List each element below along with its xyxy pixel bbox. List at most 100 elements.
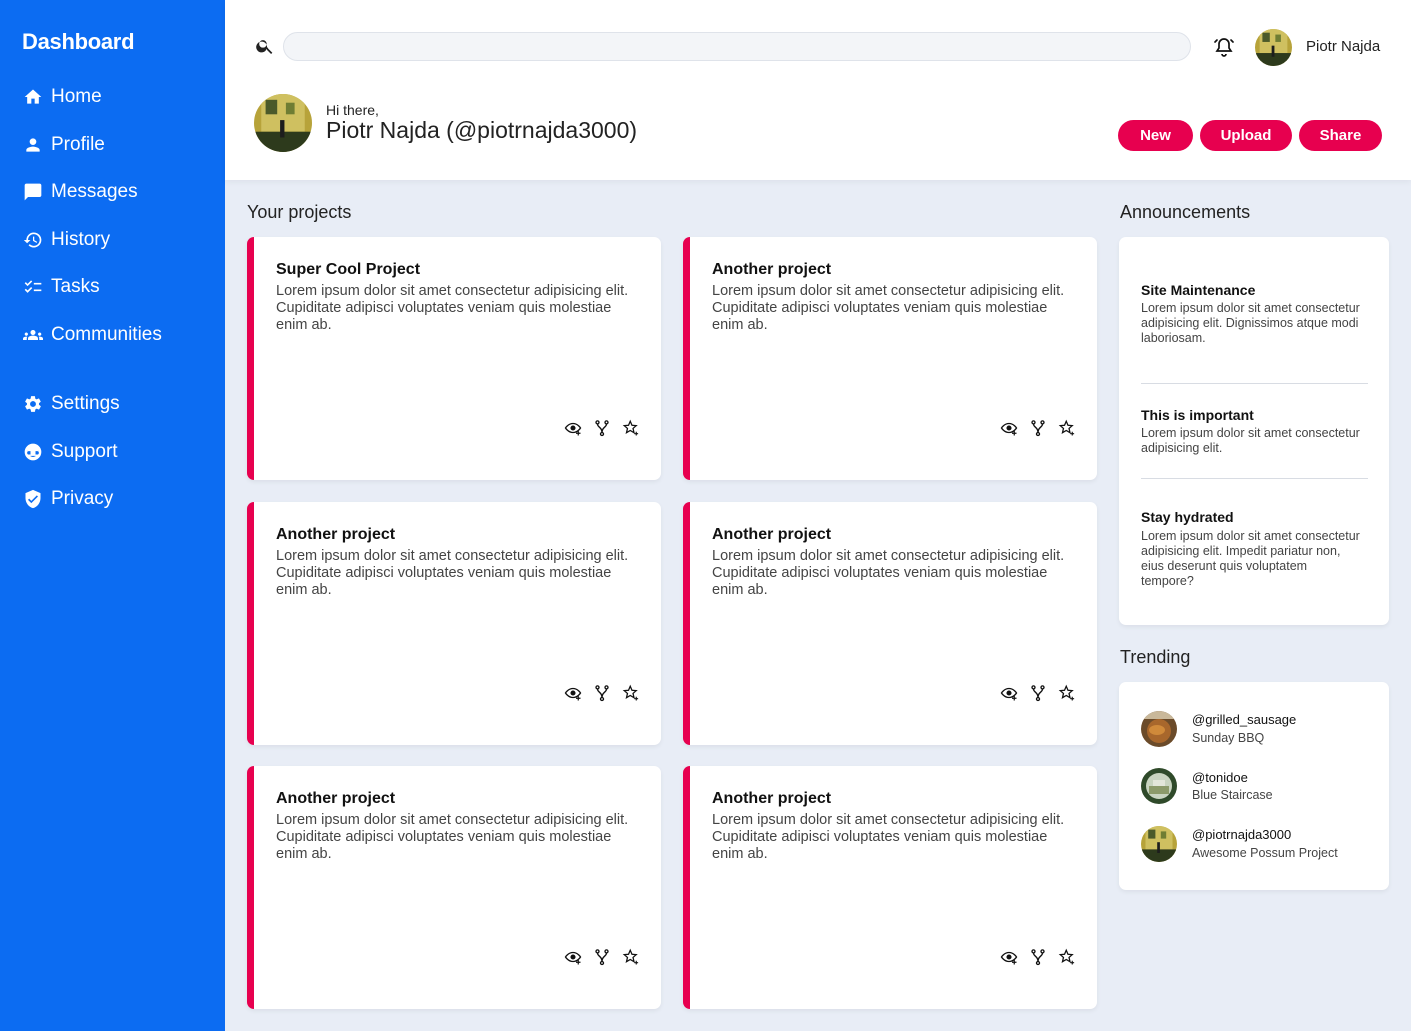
avatar[interactable] [1255, 29, 1292, 66]
sidebar-item-home[interactable]: Home [22, 82, 102, 112]
announcement-text: Lorem ipsum dolor sit amet consectetur a… [1141, 529, 1360, 588]
people-icon [22, 324, 44, 346]
trending-handle[interactable]: @piotrnajda3000 [1192, 827, 1291, 842]
watch-icon[interactable] [999, 418, 1019, 438]
trending-subtitle: Blue Staircase [1192, 788, 1273, 802]
brand-title: Dashboard [22, 29, 135, 54]
star-icon[interactable] [621, 947, 641, 967]
announcements-title: Announcements [1120, 202, 1251, 222]
project-title[interactable]: Another project [712, 261, 831, 279]
sidebar-item-history[interactable]: History [22, 225, 110, 255]
watch-icon[interactable] [563, 683, 583, 703]
bell-icon[interactable] [1212, 35, 1236, 59]
sidebar-item-privacy[interactable]: Privacy [22, 484, 113, 514]
star-icon[interactable] [1057, 683, 1077, 703]
history-icon [22, 229, 44, 251]
project-card[interactable]: Another project Lorem ipsum dolor sit ame… [247, 766, 661, 1009]
sidebar-item-label: Communities [51, 324, 162, 345]
header: Piotr Najda Hi there, Piotr Najda (@piot… [225, 0, 1411, 180]
announcement-title[interactable]: Stay hydrated [1141, 509, 1234, 525]
upload-button[interactable]: Upload [1200, 120, 1292, 151]
fork-icon[interactable] [592, 683, 612, 703]
sidebar: Dashboard Home Profile Messages History … [0, 0, 225, 1031]
project-actions [563, 418, 641, 438]
project-actions [563, 683, 641, 703]
gear-icon [22, 393, 44, 415]
divider [1141, 478, 1368, 479]
greeting: Hi there, [326, 102, 379, 118]
sidebar-item-label: History [51, 229, 111, 250]
project-title[interactable]: Another project [276, 526, 395, 544]
trending-handle[interactable]: @grilled_sausage [1192, 712, 1296, 727]
star-icon[interactable] [621, 418, 641, 438]
announcements-panel: Site Maintenance Lorem ipsum dolor sit a… [1119, 237, 1389, 625]
trending-handle[interactable]: @tonidoe [1192, 770, 1248, 785]
new-button[interactable]: New [1118, 120, 1193, 151]
trending-title: Trending [1120, 647, 1191, 667]
project-description: Lorem ipsum dolor sit amet consectetur a… [712, 548, 1065, 598]
chat-icon [22, 181, 44, 203]
sidebar-item-label: Support [51, 441, 118, 462]
announcement-text: Lorem ipsum dolor sit amet consectetur a… [1141, 301, 1360, 345]
sidebar-item-label: Messages [51, 181, 138, 202]
home-icon [22, 86, 44, 108]
fork-icon[interactable] [592, 947, 612, 967]
watch-icon[interactable] [563, 418, 583, 438]
user-name[interactable]: Piotr Najda [1306, 38, 1380, 55]
watch-icon[interactable] [999, 683, 1019, 703]
divider [1141, 383, 1368, 384]
sidebar-item-messages[interactable]: Messages [22, 177, 138, 207]
share-button[interactable]: Share [1299, 120, 1382, 151]
star-icon[interactable] [621, 683, 641, 703]
user-icon [22, 134, 44, 156]
sidebar-item-label: Home [51, 86, 102, 107]
star-icon[interactable] [1057, 947, 1077, 967]
avatar[interactable] [1141, 826, 1177, 862]
fork-icon[interactable] [1028, 683, 1048, 703]
announcement-title[interactable]: This is important [1141, 407, 1254, 423]
project-actions [563, 947, 641, 967]
project-title[interactable]: Another project [712, 790, 831, 808]
project-card[interactable]: Another project Lorem ipsum dolor sit ame… [683, 502, 1097, 745]
shield-icon [22, 488, 44, 510]
project-description: Lorem ipsum dolor sit amet consectetur a… [276, 812, 629, 862]
project-title[interactable]: Another project [276, 790, 395, 808]
star-icon[interactable] [1057, 418, 1077, 438]
sidebar-item-label: Privacy [51, 488, 114, 509]
watch-icon[interactable] [563, 947, 583, 967]
announcement-text: Lorem ipsum dolor sit amet consectetur a… [1141, 426, 1360, 455]
project-title[interactable]: Another project [712, 526, 831, 544]
projects-title: Your projects [247, 202, 352, 222]
tasks-icon [22, 276, 44, 298]
sidebar-item-communities[interactable]: Communities [22, 320, 162, 350]
search-icon[interactable] [255, 36, 275, 56]
support-icon [22, 441, 44, 463]
sidebar-item-support[interactable]: Support [22, 437, 118, 467]
fork-icon[interactable] [1028, 418, 1048, 438]
project-card[interactable]: Another project Lorem ipsum dolor sit ame… [247, 502, 661, 745]
avatar[interactable] [1141, 768, 1177, 804]
project-title[interactable]: Super Cool Project [276, 261, 420, 279]
announcement-title[interactable]: Site Maintenance [1141, 282, 1255, 298]
sidebar-item-tasks[interactable]: Tasks [22, 272, 100, 302]
sidebar-item-settings[interactable]: Settings [22, 389, 120, 419]
project-description: Lorem ipsum dolor sit amet consectetur a… [276, 548, 629, 598]
sidebar-item-label: Settings [51, 393, 120, 414]
project-description: Lorem ipsum dolor sit amet consectetur a… [712, 812, 1065, 862]
trending-subtitle: Sunday BBQ [1192, 731, 1265, 745]
profile-avatar [254, 94, 312, 152]
project-actions [999, 947, 1077, 967]
page-title: Piotr Najda (@piotrnajda3000) [326, 117, 638, 143]
project-card[interactable]: Another project Lorem ipsum dolor sit ame… [683, 237, 1097, 480]
sidebar-item-profile[interactable]: Profile [22, 130, 105, 160]
project-card[interactable]: Super Cool Project Lorem ipsum dolor sit … [247, 237, 661, 480]
avatar[interactable] [1141, 711, 1177, 747]
project-card[interactable]: Another project Lorem ipsum dolor sit ame… [683, 766, 1097, 1009]
search-input[interactable] [283, 32, 1191, 61]
project-description: Lorem ipsum dolor sit amet consectetur a… [712, 283, 1065, 333]
watch-icon[interactable] [999, 947, 1019, 967]
sidebar-item-label: Profile [51, 134, 105, 155]
sidebar-item-label: Tasks [51, 276, 100, 297]
fork-icon[interactable] [592, 418, 612, 438]
fork-icon[interactable] [1028, 947, 1048, 967]
